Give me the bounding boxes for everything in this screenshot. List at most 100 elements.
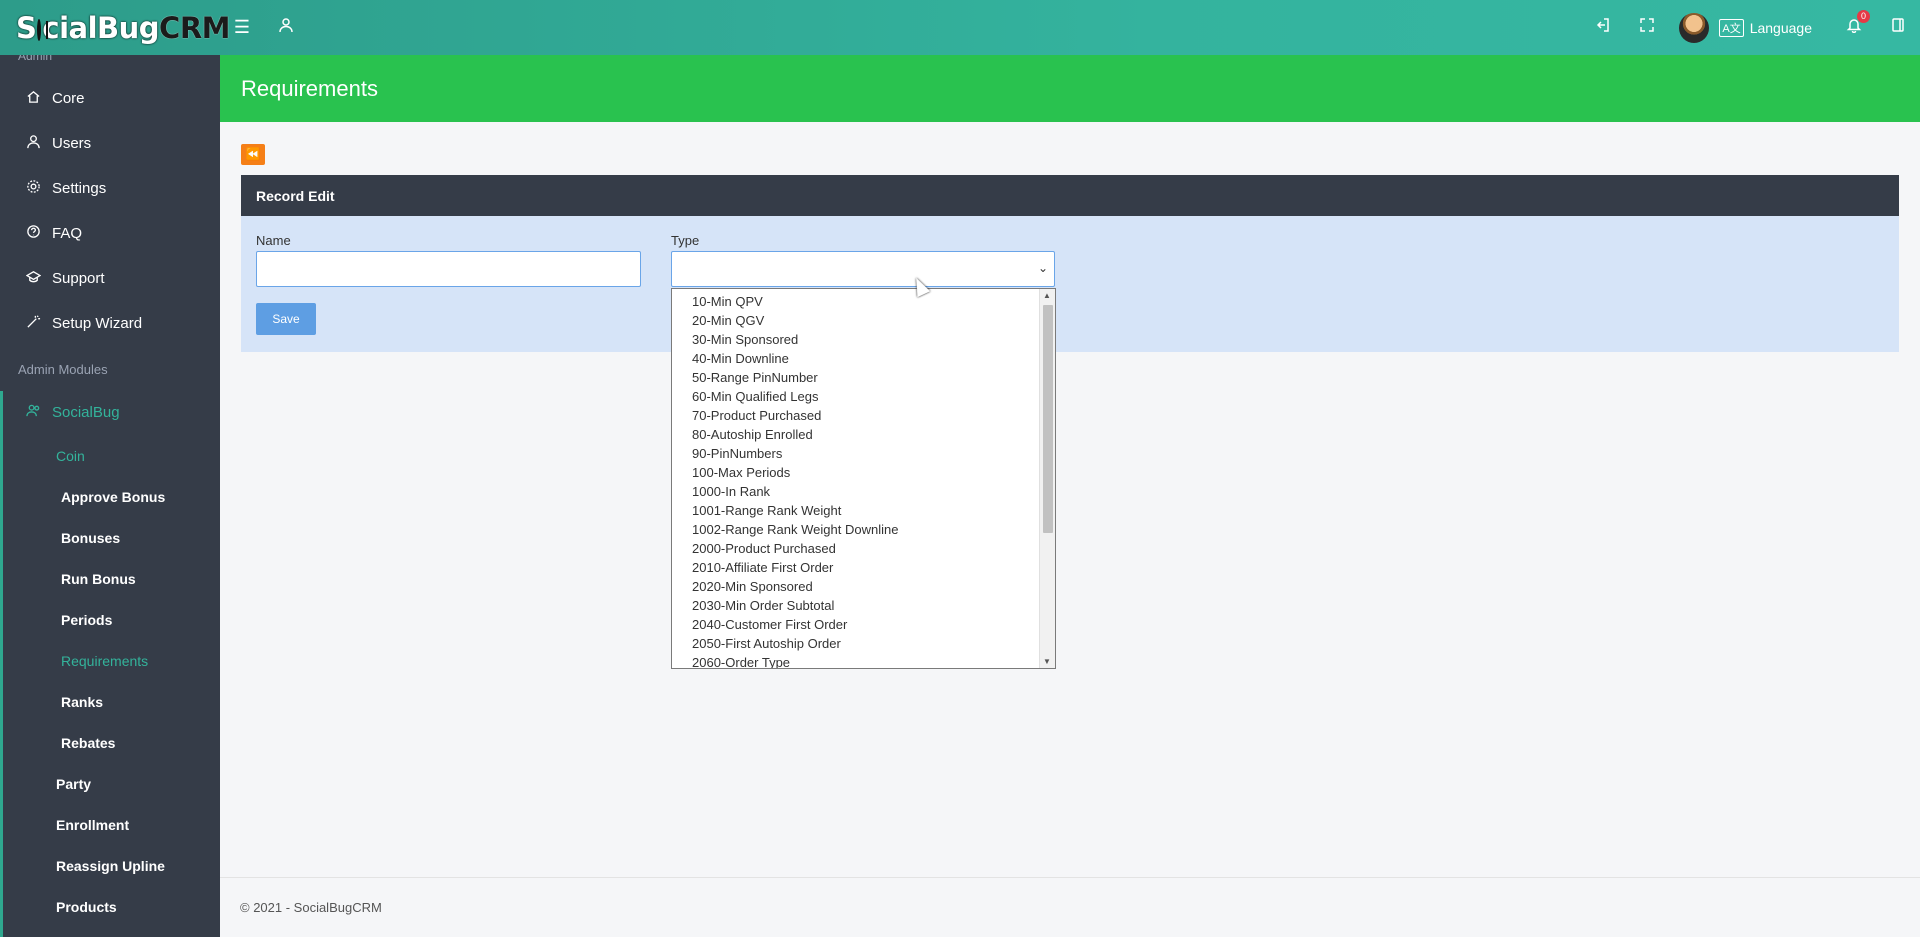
- type-option[interactable]: 100-Max Periods: [672, 463, 1039, 482]
- sidebar-item-core[interactable]: Core: [0, 76, 220, 121]
- sidebar-item-label: Reassign Upline: [56, 857, 165, 874]
- top-navbar: ScialBug CRM ☰ A文 Language 0: [0, 0, 1920, 55]
- sidebar-item-label: Requirements: [61, 652, 149, 669]
- type-option[interactable]: 30-Min Sponsored: [672, 330, 1039, 349]
- sidebar-item-users[interactable]: Users: [0, 121, 220, 166]
- language-icon: A文: [1719, 18, 1744, 37]
- sidebar-item-party[interactable]: Party: [0, 763, 220, 804]
- type-option[interactable]: 2020-Min Sponsored: [672, 577, 1039, 596]
- card-title: Record Edit: [256, 187, 335, 204]
- type-option[interactable]: 2010-Affiliate First Order: [672, 558, 1039, 577]
- chevron-down-icon: ⌄: [1037, 261, 1048, 275]
- sidebar-item-label: Party: [56, 775, 92, 792]
- sidebar-section-admin: Admin: [18, 55, 53, 63]
- logo-text-s: S: [16, 10, 37, 45]
- type-option[interactable]: 80-Autoship Enrolled: [672, 425, 1039, 444]
- sidebar-item-rebates[interactable]: Rebates: [0, 722, 220, 763]
- type-option[interactable]: 2060-Order Type: [672, 653, 1039, 668]
- sidebar-item-approve-bonus[interactable]: Approve Bonus: [0, 476, 220, 517]
- wand-icon: [26, 314, 52, 333]
- page-header: Requirements: [220, 55, 1920, 122]
- sidebar-item-label: Settings: [52, 180, 107, 197]
- logout-icon[interactable]: [1581, 0, 1625, 55]
- type-option[interactable]: 2000-Product Purchased: [672, 539, 1039, 558]
- sidebar-item-products[interactable]: Products: [0, 886, 220, 927]
- page-title: Requirements: [241, 75, 378, 101]
- type-select[interactable]: ⌄: [671, 251, 1055, 287]
- logo-text-socialbug: cialBug: [42, 10, 160, 45]
- scroll-up-icon[interactable]: ▲: [1043, 291, 1051, 300]
- sidebar-item-label: Bonuses: [61, 529, 121, 546]
- language-selector[interactable]: A文 Language: [1719, 18, 1812, 37]
- ladybug-icon: [37, 18, 49, 41]
- sidebar-item-label: Enrollment: [56, 816, 130, 833]
- language-label: Language: [1749, 19, 1812, 36]
- type-option[interactable]: 60-Min Qualified Legs: [672, 387, 1039, 406]
- sidebar-item-label: Setup Wizard: [52, 315, 143, 332]
- sidebar-item-settings[interactable]: Settings: [0, 166, 220, 211]
- sidebar-item-socialbug[interactable]: SocialBug: [0, 390, 220, 435]
- user-icon: [26, 134, 52, 153]
- sidebar-group-label: Coin: [56, 447, 85, 464]
- type-option[interactable]: 2050-First Autoship Order: [672, 634, 1039, 653]
- type-options-list: 10-Min QPV 20-Min QGV 30-Min Sponsored 40-M…: [672, 289, 1039, 668]
- type-option[interactable]: 1002-Range Rank Weight Downline: [672, 520, 1039, 539]
- type-option[interactable]: 50-Range PinNumber: [672, 368, 1039, 387]
- user-icon[interactable]: [264, 0, 308, 55]
- type-option[interactable]: 20-Min QGV: [672, 311, 1039, 330]
- type-option[interactable]: 90-PinNumbers: [672, 444, 1039, 463]
- sidebar-item-label: Periods: [61, 611, 113, 628]
- type-option[interactable]: 70-Product Purchased: [672, 406, 1039, 425]
- sidebar-item-run-bonus[interactable]: Run Bonus: [0, 558, 220, 599]
- sidebar-item-reassign-upline[interactable]: Reassign Upline: [0, 845, 220, 886]
- dropdown-scrollbar[interactable]: ▲ ▼: [1039, 289, 1055, 668]
- double-left-arrow-icon: ⏪: [245, 147, 261, 161]
- type-option[interactable]: 1000-In Rank: [672, 482, 1039, 501]
- sidebar-item-label: Ranks: [61, 693, 104, 710]
- type-option[interactable]: 10-Min QPV: [672, 292, 1039, 311]
- sidebar-item-label: Rebates: [61, 734, 116, 751]
- avatar[interactable]: [1679, 12, 1710, 43]
- scrollbar-thumb[interactable]: [1043, 305, 1053, 533]
- type-dropdown-list[interactable]: 10-Min QPV 20-Min QGV 30-Min Sponsored 40-M…: [671, 288, 1056, 669]
- sidebar-item-support[interactable]: Support: [0, 256, 220, 301]
- sidebar-item-requirements[interactable]: Requirements: [0, 640, 220, 681]
- type-option[interactable]: 1001-Range Rank Weight: [672, 501, 1039, 520]
- sidebar-item-label: FAQ: [52, 225, 83, 242]
- type-option[interactable]: 40-Min Downline: [672, 349, 1039, 368]
- home-icon: [26, 89, 52, 108]
- card-header: Record Edit: [241, 175, 1899, 216]
- sidebar-item-faq[interactable]: FAQ: [0, 211, 220, 256]
- footer-copyright: © 2021 - SocialBugCRM: [240, 900, 382, 915]
- sidebar: Admin Core Users Settings FAQ Support Se…: [0, 55, 220, 937]
- hamburger-icon[interactable]: ☰: [220, 0, 264, 55]
- sidebar-item-setup-wizard[interactable]: Setup Wizard: [0, 301, 220, 346]
- name-input[interactable]: [256, 251, 641, 287]
- brand-logo[interactable]: ScialBug CRM: [0, 0, 231, 55]
- fullscreen-icon[interactable]: [1625, 0, 1669, 55]
- sidebar-item-label: Users: [52, 135, 92, 152]
- sidebar-item-enrollment[interactable]: Enrollment: [0, 804, 220, 845]
- sidebar-item-label: Products: [56, 898, 117, 915]
- sidebar-item-ranks[interactable]: Ranks: [0, 681, 220, 722]
- type-label: Type: [671, 233, 700, 248]
- users-icon: [26, 403, 52, 422]
- notification-count-badge: 0: [1856, 10, 1870, 23]
- type-option[interactable]: 2040-Customer First Order: [672, 615, 1039, 634]
- sidebar-group-coin[interactable]: Coin: [0, 435, 220, 476]
- back-button[interactable]: ⏪: [241, 144, 265, 165]
- sidebar-item-label: SocialBug: [52, 404, 120, 421]
- scroll-down-icon[interactable]: ▼: [1043, 657, 1051, 666]
- notification-bell[interactable]: 0: [1832, 0, 1876, 55]
- sidebar-item-label: Approve Bonus: [61, 488, 166, 505]
- sidebar-item-label: Support: [52, 270, 105, 287]
- sidebar-item-periods[interactable]: Periods: [0, 599, 220, 640]
- panel-icon[interactable]: [1876, 0, 1920, 55]
- footer: © 2021 - SocialBugCRM: [220, 877, 1920, 937]
- save-button[interactable]: Save: [256, 303, 316, 335]
- gear-icon: [26, 179, 52, 198]
- question-icon: [26, 224, 52, 243]
- sidebar-item-bonuses[interactable]: Bonuses: [0, 517, 220, 558]
- name-label: Name: [256, 233, 291, 248]
- type-option[interactable]: 2030-Min Order Subtotal: [672, 596, 1039, 615]
